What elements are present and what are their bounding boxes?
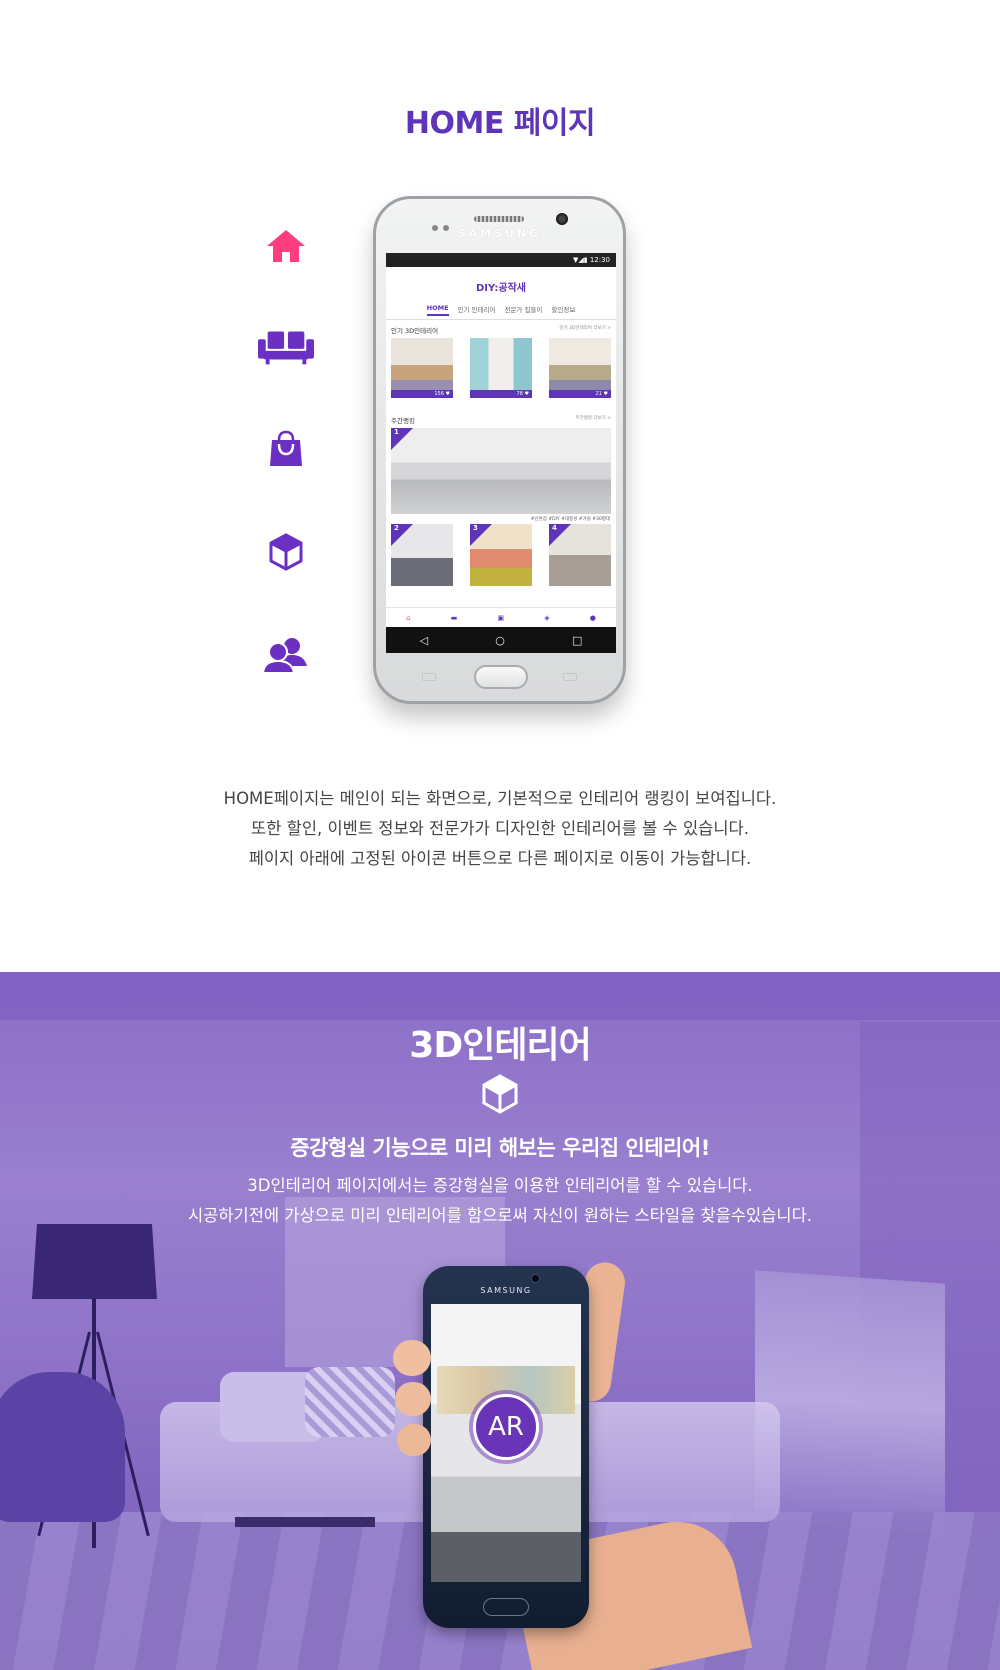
interior-3d-title: 3D인테리어 — [409, 1025, 591, 1066]
tab-expert-housewarming[interactable]: 전문가 집들이 — [504, 304, 542, 316]
weekly-thumbnails: 2 3 4 — [386, 524, 616, 586]
popular-section-header: 인기 3D인테리어 인기 3D인테리어 더보기 > — [386, 320, 616, 338]
phone-screen: ▼◢▮ 12:30 DIY:공작새 HOME 인기 인테리어 전문가 집들이 할… — [386, 253, 616, 653]
interior-3d-subtitle: 증강형실 기능으로 미리 해보는 우리집 인테리어! — [290, 1136, 710, 1160]
popular-thumb-3[interactable]: 21 ♥ — [549, 338, 611, 398]
hand-finger — [397, 1424, 431, 1456]
weekly-thumb-3[interactable]: 3 — [470, 524, 532, 586]
hand-finger — [395, 1382, 431, 1416]
sensor-dots — [432, 216, 462, 231]
home-desc-line-2: 또한 할인, 이벤트 정보와 전문가가 디자인한 인테리어를 볼 수 있습니다. — [251, 819, 749, 838]
sofa-cushion — [305, 1367, 395, 1437]
home-section: HOME 페이지 SAMSUNG ▼◢▮ 12:30 DIY:공작새 HOME … — [0, 0, 1000, 972]
rank-number: 3 — [473, 524, 478, 532]
canvas-painting — [755, 1270, 945, 1534]
hardware-home-button — [474, 665, 528, 689]
tab-home[interactable]: HOME — [426, 304, 449, 316]
weekly-section-title: 주간랭킹 — [391, 417, 415, 425]
like-count: 156 ♥ — [391, 390, 453, 398]
users-icon — [258, 630, 314, 680]
ar-phone-mockup: SAMSUNG AR — [423, 1266, 589, 1628]
interior-3d-section: 3D인테리어 증강형실 기능으로 미리 해보는 우리집 인테리어! 3D인테리어… — [0, 972, 1000, 1670]
weekly-section-header: 주간랭킹 주간랭킹 더보기 > — [386, 410, 616, 428]
popular-thumbnails: 156 ♥ 78 ♥ 21 ♥ — [386, 338, 616, 398]
weekly-rank-1-image[interactable]: 1 — [391, 428, 611, 514]
app-tabs: HOME 인기 인테리어 전문가 집들이 할인정보 — [386, 304, 616, 320]
phone-brand: SAMSUNG — [480, 1286, 532, 1295]
weekly-more-link[interactable]: 주간랭킹 더보기 > — [575, 415, 611, 425]
app-title: DIY:공작새 — [476, 283, 526, 294]
nav-interior-icon[interactable]: ▬ — [451, 614, 458, 622]
like-count: 78 ♥ — [470, 390, 532, 398]
phone-brand: SAMSUNG — [457, 227, 542, 240]
home-desc-line-1: HOME페이지는 메인이 되는 화면으로, 기본적으로 인테리어 랭킹이 보여집… — [223, 789, 777, 808]
popular-more-link[interactable]: 인기 3D인테리어 더보기 > — [559, 325, 611, 335]
nav-3d-icon[interactable]: ◈ — [544, 614, 549, 622]
soft-key-right — [563, 673, 577, 681]
android-nav-bar: ◁ ○ □ — [386, 627, 616, 653]
recents-icon[interactable]: □ — [572, 634, 582, 647]
hand-finger — [393, 1340, 431, 1376]
hardware-home-button — [483, 1598, 529, 1616]
ar-badge[interactable]: AR — [473, 1394, 539, 1460]
status-time: 12:30 — [589, 256, 610, 264]
coffee-table — [235, 1517, 375, 1527]
home-icon — [258, 221, 314, 271]
soft-key-left — [422, 673, 436, 681]
nav-home-icon[interactable]: ⌂ — [406, 614, 410, 622]
rank-number: 1 — [394, 428, 399, 436]
nav-store-icon[interactable]: ▣ — [497, 614, 504, 622]
cube-icon — [482, 1074, 518, 1114]
home-circle-icon[interactable]: ○ — [495, 634, 505, 647]
tab-popular-interior[interactable]: 인기 인테리어 — [458, 304, 496, 316]
earpiece-speaker — [474, 216, 524, 222]
front-camera — [531, 1274, 540, 1283]
home-page-title: HOME 페이지 — [404, 106, 596, 141]
room-ceiling — [0, 972, 1000, 1020]
interior-3d-desc-line-1: 3D인테리어 페이지에서는 증강형실을 이용한 인테리어를 할 수 있습니다. — [247, 1176, 753, 1195]
rank-number: 2 — [394, 524, 399, 532]
armchair — [0, 1372, 125, 1522]
back-icon[interactable]: ◁ — [420, 634, 428, 647]
popular-thumb-1[interactable]: 156 ♥ — [391, 338, 453, 398]
status-bar: ▼◢▮ 12:30 — [386, 253, 616, 267]
sofa-icon — [258, 322, 314, 372]
interior-3d-desc-line-2: 시공하기전에 가상으로 미리 인테리어를 함으로써 자신이 원하는 스타일을 찾… — [187, 1206, 813, 1225]
weekly-thumb-2[interactable]: 2 — [391, 524, 453, 586]
app-bottom-nav: ⌂ ▬ ▣ ◈ ● — [386, 607, 616, 627]
status-icons: ▼◢▮ — [572, 256, 590, 264]
weekly-thumb-4[interactable]: 4 — [549, 524, 611, 586]
like-count: 21 ♥ — [549, 390, 611, 398]
nav-community-icon[interactable]: ● — [590, 614, 596, 622]
rank-number: 4 — [552, 524, 557, 532]
home-desc-line-3: 페이지 아래에 고정된 아이콘 버튼으로 다른 페이지로 이동이 가능합니다. — [248, 849, 752, 868]
ar-phone-screen: AR — [431, 1304, 581, 1582]
shopping-bag-icon — [258, 424, 314, 474]
home-phone-mockup: SAMSUNG ▼◢▮ 12:30 DIY:공작새 HOME 인기 인테리어 전… — [373, 196, 626, 704]
tab-discount-info[interactable]: 할인정보 — [551, 304, 575, 316]
lamp-shade — [32, 1224, 157, 1299]
popular-section-title: 인기 3D인테리어 — [391, 327, 439, 335]
popular-thumb-2[interactable]: 78 ♥ — [470, 338, 532, 398]
front-camera — [556, 213, 568, 225]
hashtags: #신혼집 #DIY #대중성 #거실 #30평대 — [530, 517, 610, 522]
cube-icon — [258, 527, 314, 577]
